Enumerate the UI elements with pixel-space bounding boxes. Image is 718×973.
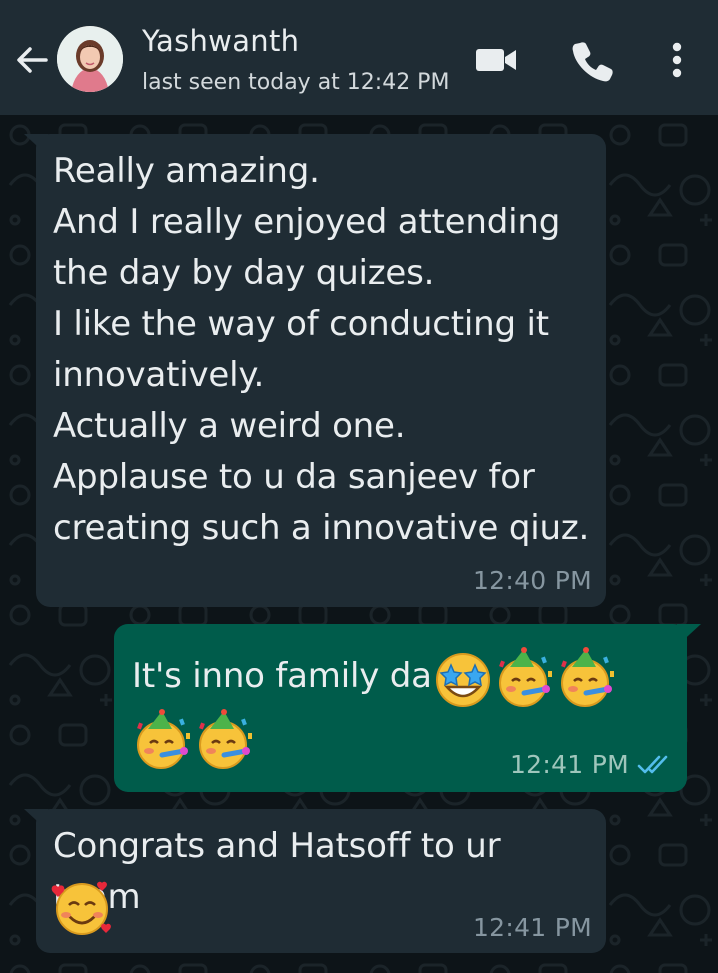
double-check-read-icon <box>637 755 668 774</box>
last-seen-status: last seen today at 12:42 PM <box>142 70 450 95</box>
partying-face-emoji <box>132 709 194 771</box>
message-time: 12:40 PM <box>472 566 592 595</box>
message-time: 12:41 PM <box>509 750 629 779</box>
message-bubble-incoming[interactable]: Congrats and Hatsoff to ur team 12:41 PM <box>24 809 606 953</box>
message-time: 12:41 PM <box>472 913 592 942</box>
partying-face-emoji <box>556 646 618 709</box>
star-struck-emoji <box>432 647 494 709</box>
avatar[interactable] <box>57 26 123 92</box>
back-arrow-icon[interactable] <box>12 40 52 80</box>
more-options-icon[interactable] <box>655 38 699 82</box>
partying-face-emoji <box>194 709 256 771</box>
message-bubble-incoming[interactable]: Really amazing. And I really enjoyed att… <box>24 134 606 607</box>
bubble-tail <box>24 134 48 156</box>
chat-header: Yashwanth last seen today at 12:42 PM <box>0 0 718 115</box>
message-text: Really amazing. And I really enjoyed att… <box>53 151 590 548</box>
message-bubble-outgoing[interactable]: It's inno family da 12:41 PM <box>114 624 701 792</box>
bubble-tail <box>677 624 701 646</box>
bubble-tail <box>24 809 48 831</box>
contact-name[interactable]: Yashwanth <box>142 24 299 58</box>
partying-face-emoji <box>494 646 556 709</box>
video-call-icon[interactable] <box>474 38 518 82</box>
message-text: It's inno family da <box>132 656 432 696</box>
voice-call-icon[interactable] <box>571 38 615 82</box>
message-text: Congrats and Hatsoff to ur team <box>53 826 501 917</box>
smiling-face-with-hearts-emoji <box>50 875 114 939</box>
